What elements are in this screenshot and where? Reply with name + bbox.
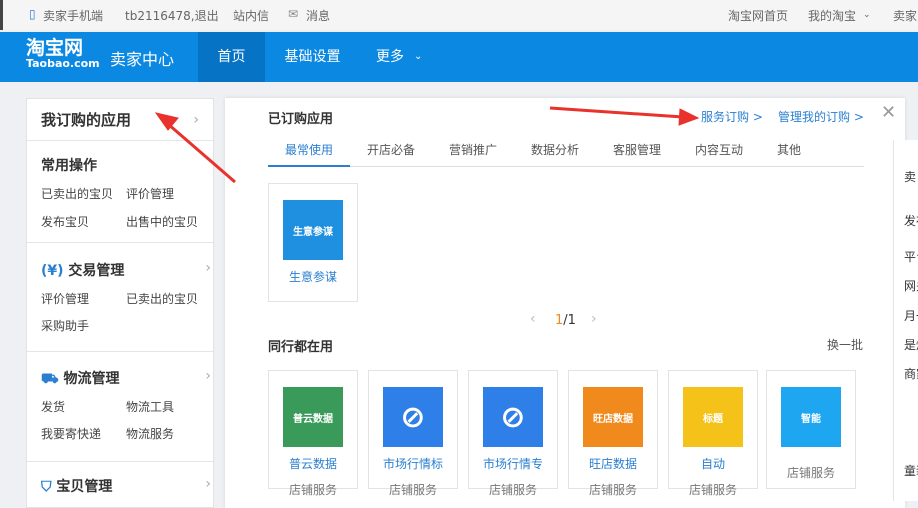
red-arrow: [549, 106, 684, 119]
arrow-head: [154, 112, 179, 131]
red-arrow: [167, 122, 236, 184]
arrow-head: [678, 108, 700, 126]
annotation-arrows: [154, 106, 700, 184]
